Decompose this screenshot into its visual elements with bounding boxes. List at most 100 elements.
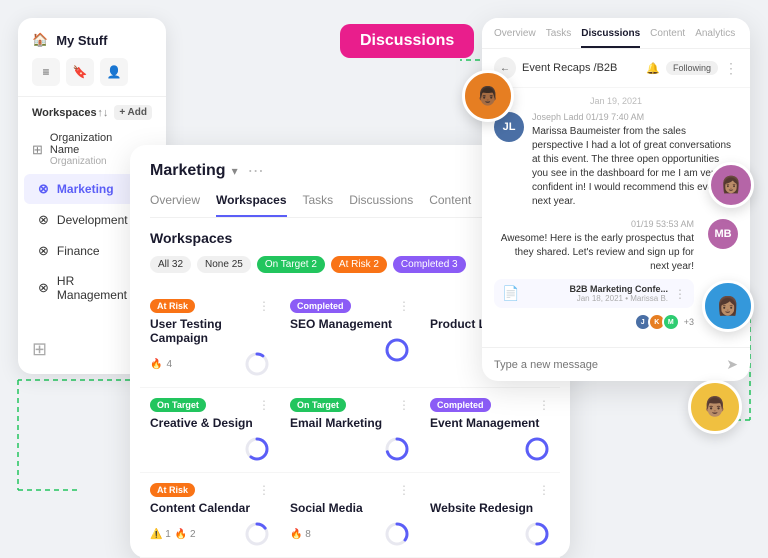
ws-name: Event Management xyxy=(430,416,550,430)
more-btn[interactable]: ⋮ xyxy=(398,299,410,313)
more-btn[interactable]: ⋮ xyxy=(258,398,270,412)
add-workspace-button[interactable]: + Add xyxy=(114,105,152,120)
dropdown-icon[interactable]: ▾ xyxy=(232,164,238,178)
ws-progress xyxy=(524,436,550,462)
filter-all[interactable]: All 32 xyxy=(150,256,191,273)
user-icon-btn[interactable]: 👤 xyxy=(100,58,128,86)
tab-tasks[interactable]: Tasks xyxy=(303,193,334,217)
badge-completed: Completed xyxy=(430,398,491,412)
more-btn[interactable]: ⋮ xyxy=(258,483,270,497)
org-name: Organization Name xyxy=(50,132,140,156)
disc-input-row: ➤ xyxy=(482,347,750,381)
workspaces-label: Workspaces xyxy=(32,107,97,119)
badge-atrisk: At Risk xyxy=(150,299,195,313)
org-icon: ⊞ xyxy=(32,142,43,158)
main-more-button[interactable]: ⋯ xyxy=(248,161,264,181)
tab-discussions[interactable]: Discussions xyxy=(581,28,640,48)
tab-content[interactable]: Content xyxy=(650,28,685,48)
ws-tags: ⚠️ 1🔥 2 xyxy=(150,529,196,540)
floating-avatar-4: 👨🏽 xyxy=(688,380,742,434)
ws-name: Social Media xyxy=(290,501,410,515)
filter-completed[interactable]: Completed 3 xyxy=(393,256,466,273)
ws-event[interactable]: Completed ⋮ Event Management xyxy=(420,388,560,473)
layers-icon-btn[interactable]: ≡ xyxy=(32,58,60,86)
ws-social-media[interactable]: ⋮ Social Media 🔥 8 xyxy=(280,473,420,558)
ws-tags: 🔥 8 xyxy=(290,529,311,540)
tab-discussions[interactable]: Discussions xyxy=(349,193,413,217)
hr-icon: ⊗ xyxy=(38,280,49,296)
disc-path: Event Recaps /B2B xyxy=(522,62,640,74)
message-input[interactable] xyxy=(494,359,720,371)
disc-more-button[interactable]: ⋮ xyxy=(724,60,738,77)
tab-content[interactable]: Content xyxy=(429,193,471,217)
workspaces-actions: ↑↓ + Add xyxy=(97,105,152,120)
ws-name: Content Calendar xyxy=(150,501,270,515)
file-name: B2B Marketing Confe... xyxy=(525,284,668,294)
sidebar-title: My Stuff xyxy=(56,33,107,48)
tab-overview[interactable]: Overview xyxy=(150,193,200,217)
pdf-icon: 📄 xyxy=(502,285,519,302)
ws-progress xyxy=(524,521,550,547)
sidebar-nav-label: Finance xyxy=(57,244,100,258)
tab-tasks[interactable]: Tasks xyxy=(546,28,572,48)
send-icon[interactable]: ➤ xyxy=(726,356,738,373)
discussions-tabs: Overview Tasks Discussions Content Analy… xyxy=(482,18,750,49)
workspaces-label-row: Workspaces ↑↓ + Add xyxy=(18,97,166,126)
badge-empty xyxy=(430,488,444,492)
date-label-1: Jan 19, 2021 xyxy=(494,96,738,106)
filter-atrisk[interactable]: At Risk 2 xyxy=(331,256,387,273)
tab-workspaces[interactable]: Workspaces xyxy=(216,193,286,217)
ws-progress xyxy=(384,521,410,547)
ws-website[interactable]: ⋮ Website Redesign xyxy=(420,473,560,558)
tab-overview[interactable]: Overview xyxy=(494,28,536,48)
badge-empty xyxy=(430,304,444,308)
filter-none[interactable]: None 25 xyxy=(197,256,251,273)
tiny-avatar-3: M xyxy=(662,313,680,331)
more-btn[interactable]: ⋮ xyxy=(398,398,410,412)
sort-icon[interactable]: ↑↓ xyxy=(97,107,108,119)
ws-progress xyxy=(244,436,270,462)
badge-ontarget: On Target xyxy=(150,398,206,412)
more-btn[interactable]: ⋮ xyxy=(538,398,550,412)
msg2-meta: 01/19 53:53 AM xyxy=(494,219,694,229)
more-btn[interactable]: ⋮ xyxy=(258,299,270,313)
sidebar-nav-label: Development xyxy=(57,213,128,227)
layers-icon: ⊗ xyxy=(38,181,49,197)
file-meta: Jan 18, 2021 • Marissa B. xyxy=(525,294,668,303)
main-panel-title: Marketing xyxy=(150,162,226,180)
finance-icon: ⊗ xyxy=(38,243,49,259)
tab-analytics[interactable]: Analytics xyxy=(695,28,735,48)
message-2: 01/19 53:53 AM Awesome! Here is the earl… xyxy=(494,219,738,331)
badge-completed: Completed xyxy=(290,299,351,313)
ws-seo[interactable]: Completed ⋮ SEO Management xyxy=(280,289,420,388)
ws-name: SEO Management xyxy=(290,317,410,331)
filter-ontarget[interactable]: On Target 2 xyxy=(257,256,325,273)
following-badge[interactable]: Following xyxy=(666,61,718,75)
ws-name: Website Redesign xyxy=(430,501,550,515)
ws-name: User Testing Campaign xyxy=(150,317,270,345)
msg1-meta: Joseph Ladd 01/19 7:40 AM xyxy=(532,112,738,122)
discussions-badge: Discussions xyxy=(340,24,474,58)
file-more-btn[interactable]: ⋮ xyxy=(674,287,686,301)
disc-subheader: ← Event Recaps /B2B 🔔 Following ⋮ xyxy=(482,49,750,88)
ws-tags: 🔥4 xyxy=(150,359,172,370)
more-btn[interactable]: ⋮ xyxy=(538,483,550,497)
sidebar-icons-row: ≡ 🔖 👤 xyxy=(18,58,166,97)
msg1-text: Marissa Baumeister from the sales perspe… xyxy=(532,125,738,209)
avatar-marissa: MB xyxy=(708,219,738,249)
plus-count: +3 xyxy=(684,317,694,327)
ws-user-testing[interactable]: At Risk ⋮ User Testing Campaign 🔥4 xyxy=(140,289,280,388)
stack-icon[interactable]: ⊞ xyxy=(32,339,47,359)
bookmark-icon-btn[interactable]: 🔖 xyxy=(66,58,94,86)
dev-icon: ⊗ xyxy=(38,212,49,228)
discussions-panel: Overview Tasks Discussions Content Analy… xyxy=(482,18,750,381)
reaction-avatars: J K M +3 xyxy=(494,313,694,331)
more-btn[interactable]: ⋮ xyxy=(398,483,410,497)
ws-content-calendar[interactable]: At Risk⋮ Content Calendar ⚠️ 1🔥 2 xyxy=(140,473,280,558)
file-attachment[interactable]: 📄 B2B Marketing Confe... Jan 18, 2021 • … xyxy=(494,279,694,308)
ws-creative[interactable]: On Target⋮ Creative & Design xyxy=(140,388,280,473)
bell-icon[interactable]: 🔔 xyxy=(646,62,660,75)
ws-email[interactable]: On Target⋮ Email Marketing xyxy=(280,388,420,473)
sidebar-header: 🏠 My Stuff xyxy=(18,32,166,58)
ws-progress xyxy=(384,436,410,462)
